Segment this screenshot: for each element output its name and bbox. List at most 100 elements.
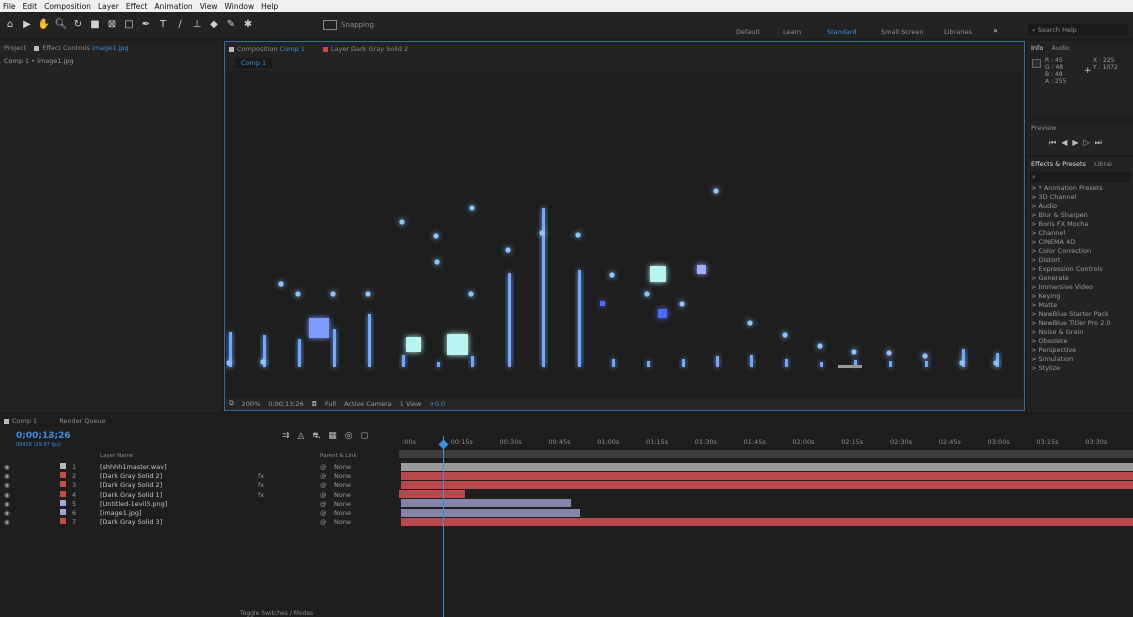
visibility-eye-icon[interactable]: ◉ — [4, 509, 10, 517]
prev-frame-icon[interactable]: ◀ — [1061, 138, 1072, 147]
always-preview-icon[interactable]: ⧉ — [229, 399, 234, 408]
draft-3d-icon[interactable]: ◬ — [298, 431, 313, 441]
composition-viewer[interactable] — [226, 71, 1023, 398]
parent-pickwhip-icon[interactable]: @ — [320, 518, 327, 526]
next-frame-icon[interactable]: ▷ — [1084, 138, 1095, 147]
effects-category-item[interactable]: > Matte — [1027, 301, 1133, 310]
comp-flowchart-icon[interactable]: ⇉ — [282, 431, 298, 441]
layer-label-color[interactable] — [60, 463, 66, 469]
effects-category-item[interactable]: > Channel — [1027, 229, 1133, 238]
type-tool-icon[interactable]: T — [156, 18, 170, 32]
parent-pickwhip-icon[interactable]: @ — [320, 509, 327, 517]
layer-fx-switch[interactable]: fx — [258, 481, 264, 489]
rotate-tool-icon[interactable]: ↻ — [71, 18, 85, 32]
menu-file[interactable]: File — [3, 2, 16, 11]
layer-duration-bar[interactable] — [401, 462, 1133, 471]
parent-select[interactable]: None — [334, 481, 351, 489]
hand-tool-icon[interactable]: ✋ — [37, 18, 51, 32]
pen-tool-icon[interactable]: ✒ — [139, 18, 153, 32]
tab-preview[interactable]: Preview — [1031, 124, 1056, 132]
effects-category-item[interactable]: > Keying — [1027, 292, 1133, 301]
last-frame-icon[interactable]: ⏭ — [1095, 138, 1107, 147]
resolution-select[interactable]: Full — [325, 400, 336, 408]
graph-editor-icon[interactable]: ◻ — [361, 431, 376, 441]
parent-select[interactable]: None — [334, 472, 351, 480]
table-row[interactable]: ◉ 3 [Dark Gray Solid 2] fx @ None — [0, 480, 395, 489]
toggle-switches-label[interactable]: Toggle Switches / Modes — [240, 610, 313, 617]
tab-composition[interactable]: Composition Comp 1 — [229, 45, 305, 53]
visibility-eye-icon[interactable]: ◉ — [4, 472, 10, 480]
parent-pickwhip-icon[interactable]: @ — [320, 463, 327, 471]
play-icon[interactable]: ▶ — [1072, 138, 1083, 147]
layer-name[interactable]: [Dark Gray Solid 1] — [100, 491, 162, 499]
layer-label-color[interactable] — [60, 481, 66, 488]
layer-name[interactable]: [Dark Gray Solid 3] — [100, 518, 162, 526]
workspace-default[interactable]: Default — [736, 28, 760, 36]
effects-category-item[interactable]: > 3D Channel — [1027, 193, 1133, 202]
table-row[interactable]: ◉ 5 [Untitled-1evil3.png] @ None — [0, 499, 395, 508]
workspace-libraries[interactable]: Libraries — [944, 28, 972, 36]
puppet-tool-icon[interactable]: ✱ — [241, 18, 255, 32]
layer-duration-bar[interactable] — [401, 508, 580, 517]
snapshot-icon[interactable]: ◘ — [312, 400, 317, 408]
layer-label-color[interactable] — [60, 472, 66, 479]
effects-category-item[interactable]: > Obsolete — [1027, 337, 1133, 346]
visibility-eye-icon[interactable]: ◉ — [4, 463, 10, 471]
effects-category-item[interactable]: > Stylize — [1027, 364, 1133, 373]
layer-label-color[interactable] — [60, 518, 66, 525]
zoom-tool-icon[interactable]: 🔍︎ — [54, 18, 68, 32]
eraser-tool-icon[interactable]: ◆ — [207, 18, 221, 32]
layer-label-color[interactable] — [60, 509, 66, 515]
effects-category-item[interactable]: > Audio — [1027, 202, 1133, 211]
parent-select[interactable]: None — [334, 500, 351, 508]
visibility-eye-icon[interactable]: ◉ — [4, 491, 10, 499]
pan-behind-tool-icon[interactable]: ⊠ — [105, 18, 119, 32]
frame-blending-icon[interactable]: ▦ — [328, 431, 345, 441]
camera-tool-icon[interactable]: ■ — [88, 18, 102, 32]
effects-category-item[interactable]: > Boris FX Mocha — [1027, 220, 1133, 229]
visibility-eye-icon[interactable]: ◉ — [4, 518, 10, 526]
selection-tool-icon[interactable]: ▶ — [20, 18, 34, 32]
menu-edit[interactable]: Edit — [23, 2, 38, 11]
exposure-value[interactable]: +0.0 — [429, 400, 445, 408]
tab-comp1-timeline[interactable]: Comp 1 — [4, 417, 37, 425]
parent-pickwhip-icon[interactable]: @ — [320, 481, 327, 489]
layer-name[interactable]: [shhhh1master.wav] — [100, 463, 167, 471]
clone-stamp-tool-icon[interactable]: ⊥ — [190, 18, 204, 32]
workspace-small-screen[interactable]: Small Screen — [881, 28, 923, 36]
current-time-display[interactable]: 0;00;13;26 — [268, 400, 304, 408]
parent-select[interactable]: None — [334, 518, 351, 526]
parent-select[interactable]: None — [334, 491, 351, 499]
effects-category-item[interactable]: > * Animation Presets — [1027, 184, 1133, 193]
effects-category-item[interactable]: > Immersive Video — [1027, 283, 1133, 292]
layer-duration-bar[interactable] — [401, 471, 1133, 480]
effects-category-item[interactable]: > Perspective — [1027, 346, 1133, 355]
layer-label-color[interactable] — [60, 490, 66, 497]
menu-layer[interactable]: Layer — [98, 2, 119, 11]
motion-blur-icon[interactable]: ◎ — [345, 431, 361, 441]
visibility-eye-icon[interactable]: ◉ — [4, 500, 10, 508]
menu-view[interactable]: View — [200, 2, 218, 11]
search-help-field[interactable]: ⌕ Search Help — [1028, 24, 1128, 36]
table-row[interactable]: ◉ 6 [image1.jpg] @ None — [0, 508, 395, 517]
menu-help[interactable]: Help — [261, 2, 278, 11]
shy-icon[interactable]: ⛐ — [312, 431, 328, 441]
snapping-checkbox[interactable] — [323, 20, 337, 30]
tab-libraries[interactable]: Librai — [1094, 160, 1112, 168]
timeline-search-input[interactable]: ⌕ — [48, 432, 278, 442]
effects-category-item[interactable]: > Expression Controls — [1027, 265, 1133, 274]
views-select[interactable]: 1 View — [400, 400, 422, 408]
tab-project[interactable]: Project — [4, 44, 26, 52]
effects-category-item[interactable]: > Distort — [1027, 256, 1133, 265]
tab-effects-presets[interactable]: Effects & Presets — [1031, 160, 1086, 168]
zoom-level[interactable]: 200% — [242, 400, 261, 408]
parent-pickwhip-icon[interactable]: @ — [320, 500, 327, 508]
effects-category-item[interactable]: > NewBlue Titler Pro 2.0 — [1027, 319, 1133, 328]
tab-info[interactable]: Info — [1031, 44, 1043, 52]
tab-effect-controls[interactable]: Effect Controls image1.jpg — [34, 44, 129, 52]
more-workspaces-icon[interactable]: » — [993, 26, 998, 35]
parent-pickwhip-icon[interactable]: @ — [320, 491, 327, 499]
layer-fx-switch[interactable]: fx — [258, 472, 264, 480]
brush-tool-icon[interactable]: ∕ — [173, 18, 187, 32]
table-row[interactable]: ◉ 4 [Dark Gray Solid 1] fx @ None — [0, 490, 395, 499]
